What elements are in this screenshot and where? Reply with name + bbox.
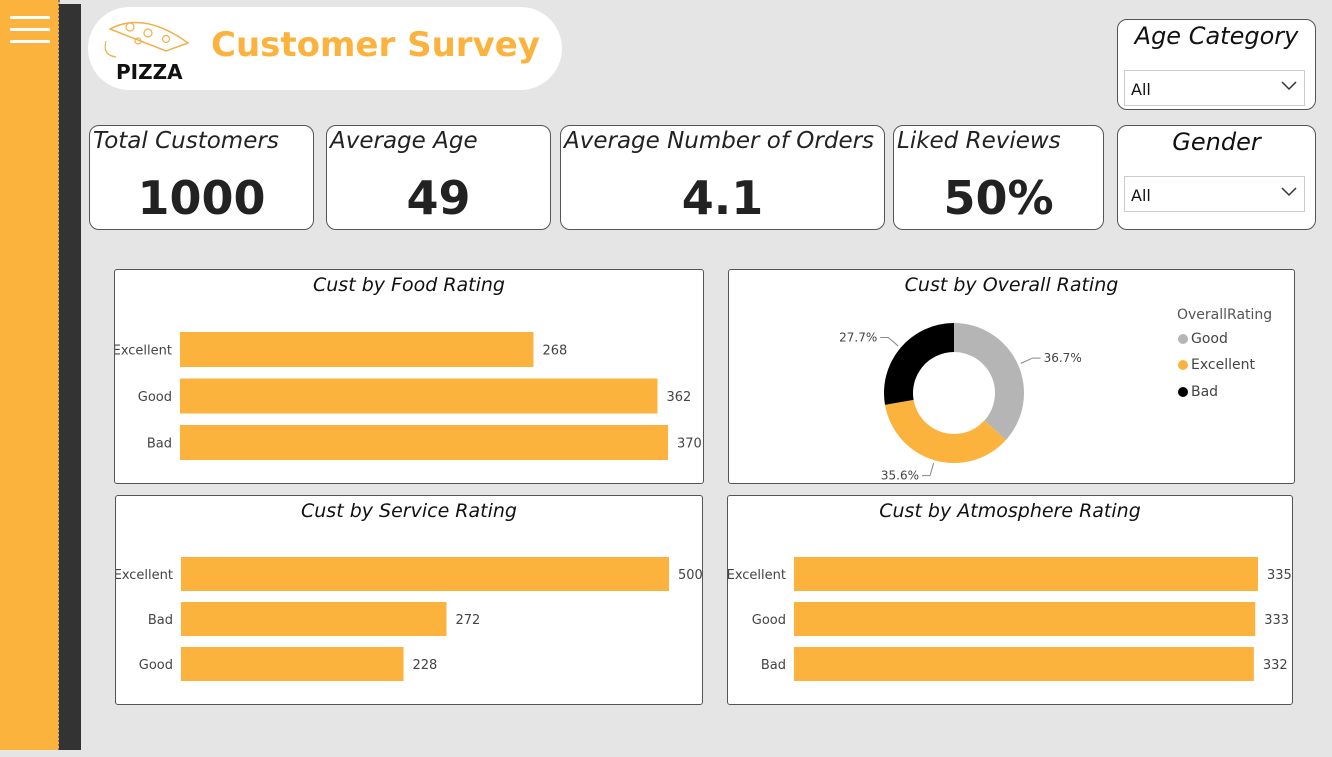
legend-label: Excellent	[1191, 357, 1255, 373]
data-label: 370	[677, 437, 702, 452]
data-label: 332	[1263, 658, 1288, 673]
bar[interactable]	[180, 425, 668, 460]
legend-marker	[1178, 387, 1188, 397]
donut-slice[interactable]	[954, 323, 1024, 440]
dropdown-value: All	[1131, 80, 1151, 99]
kpi-liked-reviews: Liked Reviews 50%	[893, 125, 1104, 230]
category-label: Bad	[761, 658, 786, 673]
legend-item-good[interactable]: Good	[1178, 331, 1228, 347]
legend-label: Bad	[1191, 384, 1219, 400]
menu-icon[interactable]	[10, 16, 50, 48]
bar[interactable]	[180, 378, 658, 414]
legend-marker	[1178, 334, 1188, 344]
category-label: Excellent	[116, 568, 173, 583]
category-label: Good	[138, 390, 172, 405]
data-label: 35.6%	[881, 469, 919, 483]
kpi-label: Liked Reviews	[897, 128, 1061, 154]
data-label: 362	[666, 390, 691, 405]
donut-slice[interactable]	[884, 323, 954, 405]
header-banner: PIZZA Customer Survey	[88, 7, 562, 90]
leader-line	[1020, 357, 1041, 364]
atmosphere-rating-chart: Cust by Atmosphere Rating Excellent 335 Go…	[727, 495, 1293, 705]
sidebar-divider	[59, 4, 81, 750]
slicer-title: Gender	[1172, 128, 1261, 156]
chevron-down-icon	[1281, 187, 1297, 197]
bar[interactable]	[181, 557, 669, 591]
data-label: 335	[1267, 568, 1292, 583]
legend-title: OverallRating	[1177, 307, 1273, 323]
age-category-dropdown[interactable]: All	[1124, 70, 1305, 106]
kpi-value: 1000	[137, 171, 266, 225]
data-label: 500	[678, 568, 703, 583]
data-label: 36.7%	[1044, 351, 1082, 365]
category-label: Good	[752, 613, 786, 628]
bar[interactable]	[794, 557, 1258, 591]
bar[interactable]	[181, 602, 447, 636]
legend-item-bad[interactable]: Bad	[1178, 384, 1218, 400]
page-title: Customer Survey	[211, 25, 540, 65]
category-label: Good	[139, 658, 173, 673]
legend-item-excellent[interactable]: Excellent	[1178, 357, 1255, 373]
legend-label: Good	[1191, 331, 1228, 347]
kpi-label: Average Number of Orders	[564, 128, 875, 154]
data-label: 268	[542, 344, 567, 359]
kpi-value: 49	[406, 171, 471, 225]
kpi-average-orders: Average Number of Orders 4.1	[560, 125, 885, 230]
chevron-down-icon	[1281, 81, 1297, 91]
kpi-average-age: Average Age 49	[326, 125, 551, 230]
category-label: Bad	[148, 613, 173, 628]
svg-text:PIZZA: PIZZA	[116, 60, 183, 84]
kpi-label: Total Customers	[93, 128, 279, 154]
bar[interactable]	[181, 647, 404, 681]
category-label: Bad	[147, 437, 172, 452]
category-label: Excellent	[115, 344, 172, 359]
dropdown-value: All	[1131, 186, 1151, 205]
legend-marker	[1178, 360, 1188, 370]
data-label: 333	[1264, 613, 1289, 628]
gender-dropdown[interactable]: All	[1124, 176, 1305, 212]
data-label: 27.7%	[839, 331, 877, 345]
food-rating-chart: Cust by Food Rating Excellent 268 Good 362 B…	[114, 269, 704, 484]
data-label: 272	[455, 613, 480, 628]
bar[interactable]	[794, 647, 1254, 681]
overall-rating-chart: Cust by Overall Rating 36.7% 35.6% 27.7% O…	[728, 269, 1295, 484]
leader-line	[880, 337, 899, 347]
pizza-logo: PIZZA	[104, 21, 190, 84]
leader-line	[922, 462, 935, 477]
slicer-title: Age Category	[1134, 22, 1299, 50]
sidebar	[0, 0, 60, 750]
donut-slice[interactable]	[885, 399, 1006, 464]
kpi-value: 50%	[943, 171, 1054, 225]
kpi-value: 4.1	[681, 171, 764, 225]
category-label: Excellent	[728, 568, 786, 583]
gender-slicer: Gender All	[1117, 125, 1316, 230]
bar[interactable]	[794, 602, 1256, 636]
kpi-total-customers: Total Customers 1000	[89, 125, 314, 230]
data-label: 228	[413, 658, 438, 673]
service-rating-chart: Cust by Service Rating Excellent 500 Bad 27…	[115, 495, 703, 705]
age-category-slicer: Age Category All	[1117, 19, 1316, 110]
kpi-label: Average Age	[330, 128, 478, 154]
bar[interactable]	[180, 332, 534, 367]
